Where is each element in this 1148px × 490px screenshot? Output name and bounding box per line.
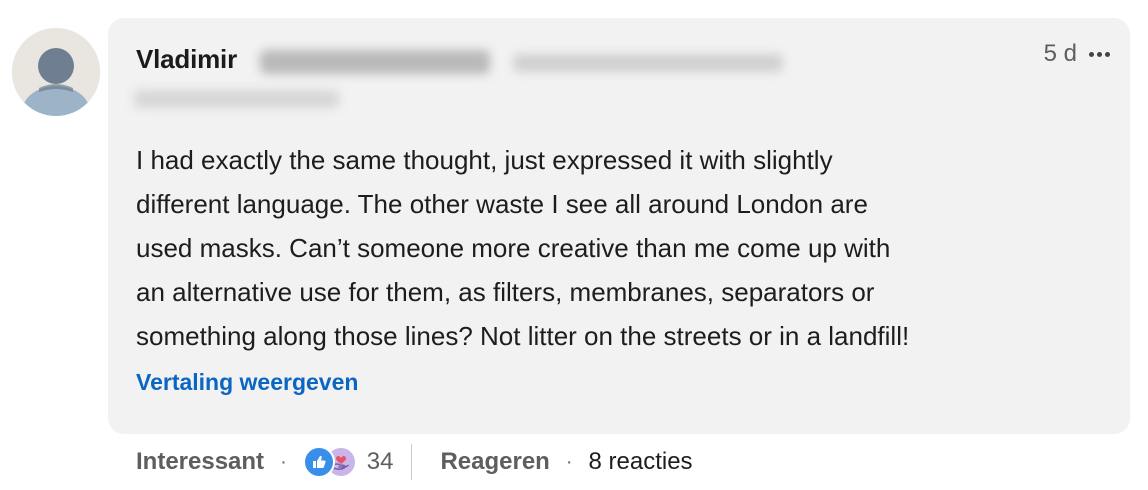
comment-text: I had exactly the same thought, just exp… bbox=[136, 145, 910, 351]
ellipsis-icon[interactable] bbox=[1087, 48, 1112, 61]
redacted-headline bbox=[134, 90, 339, 108]
reply-button[interactable]: Reageren bbox=[440, 448, 549, 476]
comment-item: Vladimir 5 d I had exactly the same thou… bbox=[0, 0, 1148, 490]
author-avatar[interactable] bbox=[12, 28, 100, 116]
comment-timestamp: 5 d bbox=[1043, 40, 1077, 67]
comment-actions: Interessant · 34 Reageren · 8 reacties bbox=[136, 444, 693, 480]
translate-link[interactable]: Vertaling weergeven bbox=[136, 369, 358, 396]
replies-count-link[interactable]: 8 reacties bbox=[589, 448, 693, 476]
comment-meta: 5 d bbox=[1044, 40, 1112, 68]
like-thumb-icon bbox=[302, 446, 335, 478]
person-placeholder-icon bbox=[12, 28, 100, 116]
redacted-connection-degree bbox=[513, 54, 783, 72]
comment-bubble: Vladimir 5 d I had exactly the same thou… bbox=[108, 18, 1130, 434]
divider bbox=[411, 444, 413, 480]
redacted-name bbox=[260, 50, 490, 74]
reaction-summary[interactable] bbox=[302, 446, 357, 478]
reaction-count[interactable]: 34 bbox=[367, 448, 394, 476]
reaction-button[interactable]: Interessant bbox=[136, 448, 264, 476]
author-name[interactable]: Vladimir bbox=[136, 44, 237, 75]
separator-dot: · bbox=[280, 450, 287, 473]
separator-dot: · bbox=[565, 450, 573, 473]
